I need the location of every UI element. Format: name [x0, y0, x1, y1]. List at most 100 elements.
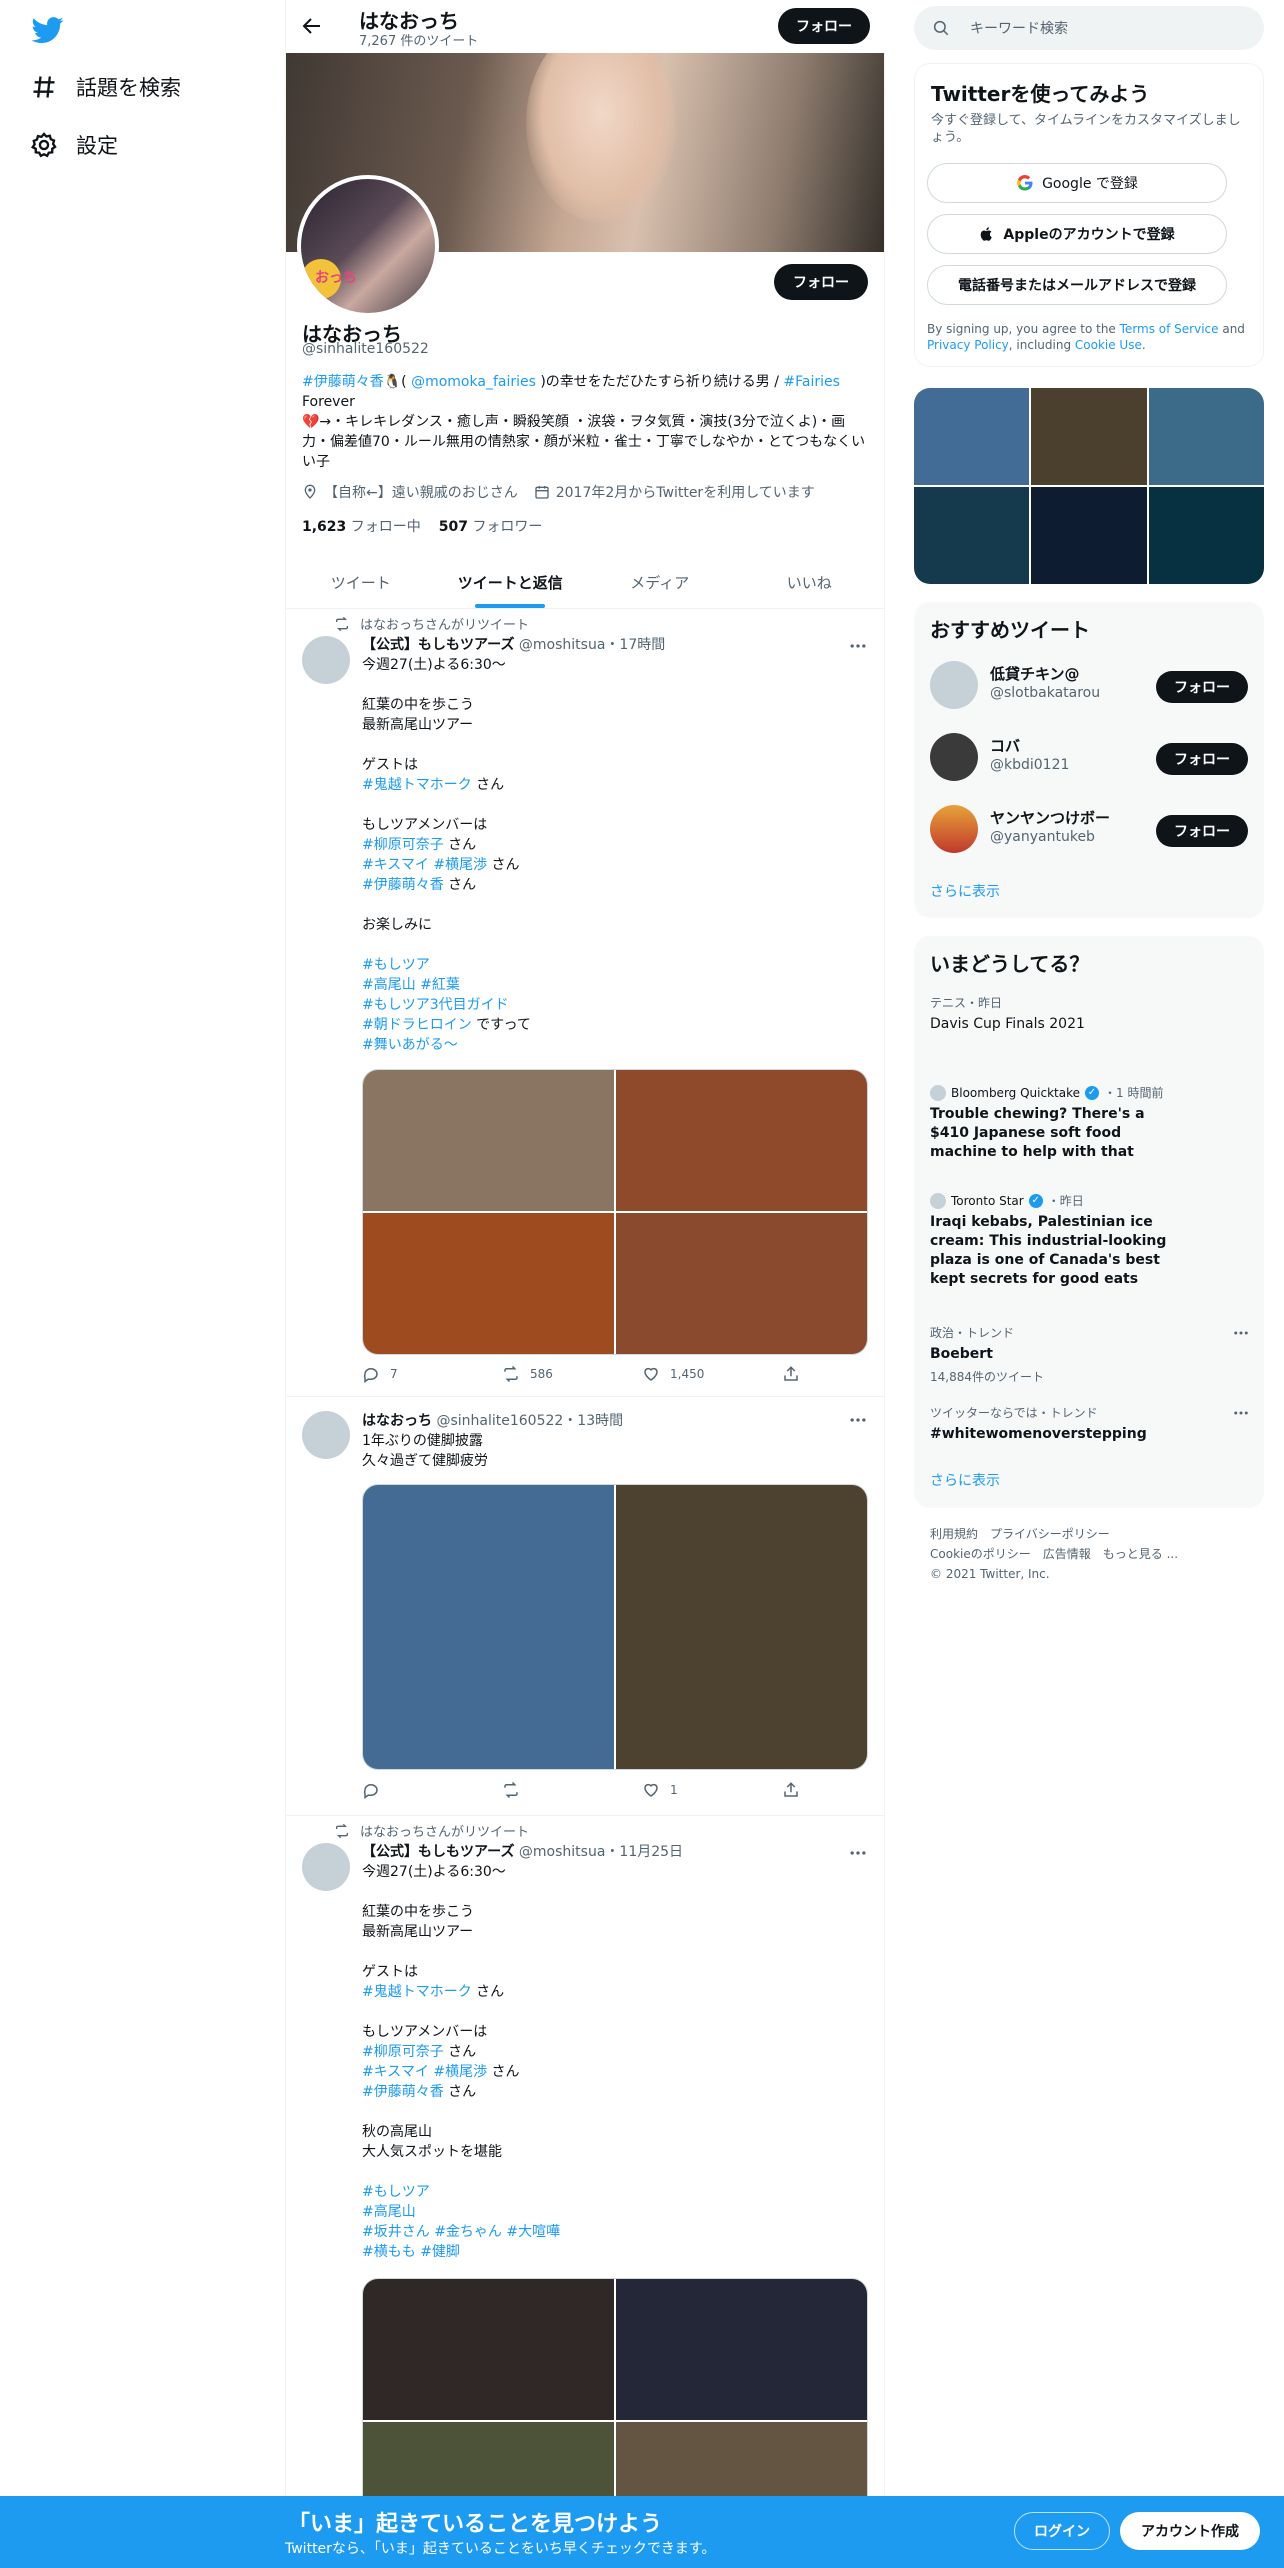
- hashtag[interactable]: #横もも: [362, 2244, 416, 2260]
- trend-item[interactable]: Bloomberg Quicktake ✓ ・1 時間前 Trouble chewi…: [930, 1084, 1170, 1162]
- profile-follow-button[interactable]: フォロー: [774, 264, 868, 300]
- like-button[interactable]: 1: [642, 1781, 737, 1799]
- tweet-photo[interactable]: [616, 1070, 867, 1211]
- search-input[interactable]: キーワード検索: [970, 18, 1068, 38]
- tweet-media-grid[interactable]: [362, 1069, 868, 1355]
- tweet-photo[interactable]: [363, 2279, 614, 2420]
- tweet-time[interactable]: ・13時間: [563, 1413, 623, 1429]
- avatar[interactable]: [930, 805, 978, 853]
- hashtag[interactable]: #柳原可奈子: [362, 2044, 444, 2060]
- more-options-icon[interactable]: [1232, 1404, 1250, 1422]
- followers-link[interactable]: 507 フォロワー: [439, 516, 543, 536]
- tab-media[interactable]: メディア: [585, 556, 735, 608]
- tweet-photo[interactable]: [616, 1485, 867, 1769]
- footer-privacy-link[interactable]: プライバシーポリシー: [990, 1527, 1110, 1541]
- hashtag[interactable]: #金ちゃん: [434, 2224, 502, 2240]
- tweet-author-handle[interactable]: @moshitsua: [519, 1844, 606, 1860]
- avatar[interactable]: [930, 733, 978, 781]
- footer-terms-link[interactable]: 利用規約: [930, 1527, 978, 1541]
- tweet-author-name[interactable]: 【公式】もしもツアーズ: [362, 1844, 514, 1860]
- bio-mention[interactable]: @momoka_fairies: [411, 374, 536, 390]
- bio-hashtag-momoka[interactable]: #伊藤萌々香: [302, 374, 384, 390]
- tweet-photo[interactable]: [616, 2279, 867, 2420]
- trend-item[interactable]: テニス・昨日 Davis Cup Finals 2021: [930, 994, 1250, 1034]
- tweet[interactable]: はなおっちさんがリツイート 【公式】もしもツアーズ @moshitsua・11月…: [286, 1816, 884, 2568]
- tab-likes[interactable]: いいね: [735, 556, 885, 608]
- tweet[interactable]: はなおっち @sinhalite160522・13時間 1年ぶりの健脚披露 久々…: [286, 1397, 884, 1816]
- more-options-icon[interactable]: [848, 636, 868, 656]
- tweet-author-name[interactable]: 【公式】もしもツアーズ: [362, 637, 514, 653]
- hashtag[interactable]: #横尾渉: [433, 857, 487, 873]
- recommended-user[interactable]: ヤンヤンつけボー @yanyantukeb フォロー: [930, 803, 1248, 857]
- google-signup-button[interactable]: Google で登録: [927, 163, 1227, 203]
- hashtag[interactable]: #キスマイ: [362, 857, 429, 873]
- hashtag[interactable]: #もしツア: [362, 2184, 430, 2200]
- hashtag[interactable]: #高尾山: [362, 2204, 416, 2220]
- hashtag[interactable]: #横尾渉: [433, 2064, 487, 2080]
- tweet-avatar[interactable]: [302, 636, 350, 684]
- privacy-policy-link[interactable]: Privacy Policy: [927, 338, 1009, 352]
- recommended-show-more[interactable]: さらに表示: [930, 881, 1000, 901]
- hashtag[interactable]: #高尾山: [362, 977, 416, 993]
- avatar[interactable]: [930, 661, 978, 709]
- bio-hashtag-fairies[interactable]: #Fairies: [783, 374, 840, 390]
- footer-cookie-link[interactable]: Cookieのポリシー: [930, 1547, 1031, 1561]
- phone-email-signup-button[interactable]: 電話番号またはメールアドレスで登録: [927, 265, 1227, 305]
- tweet-photo[interactable]: [363, 1070, 614, 1211]
- reply-button[interactable]: [362, 1781, 457, 1799]
- like-button[interactable]: 1,450: [642, 1365, 737, 1383]
- tweet-time[interactable]: ・17時間: [605, 637, 665, 653]
- header-follow-button[interactable]: フォロー: [778, 8, 870, 44]
- tab-tweets[interactable]: ツイート: [286, 556, 436, 608]
- recommended-user[interactable]: 低貸チキン@ @slotbakatarou フォロー: [930, 659, 1248, 713]
- share-button[interactable]: [782, 1781, 802, 1799]
- footer-ads-link[interactable]: 広告情報: [1043, 1547, 1091, 1561]
- terms-of-service-link[interactable]: Terms of Service: [1120, 322, 1219, 336]
- media-thumbnail[interactable]: [1148, 487, 1264, 584]
- media-thumbnail[interactable]: [1031, 388, 1147, 485]
- recommended-user-name[interactable]: コバ: [990, 735, 1140, 756]
- trend-item[interactable]: Toronto Star ✓ ・昨日 Iraqi kebabs, Palestini…: [930, 1192, 1170, 1289]
- more-options-icon[interactable]: [848, 1843, 868, 1863]
- nav-explore[interactable]: 話題を検索: [30, 72, 181, 102]
- back-arrow-icon[interactable]: [300, 14, 324, 38]
- retweet-button[interactable]: [502, 1781, 597, 1799]
- hashtag[interactable]: #キスマイ: [362, 2064, 429, 2080]
- share-button[interactable]: [782, 1365, 802, 1383]
- hashtag[interactable]: #もしツア: [362, 957, 430, 973]
- hashtag[interactable]: #舞いあがる〜: [362, 1037, 458, 1053]
- tweet-author-handle[interactable]: @sinhalite160522: [436, 1413, 563, 1429]
- nav-settings[interactable]: 設定: [30, 130, 118, 160]
- following-link[interactable]: 1,623 フォロー中: [302, 516, 421, 536]
- recommended-user-name[interactable]: 低貸チキン@: [990, 663, 1140, 684]
- tweet-avatar[interactable]: [302, 1411, 350, 1459]
- signup-button[interactable]: アカウント作成: [1120, 2512, 1260, 2550]
- hashtag[interactable]: #もしツア3代目ガイド: [362, 997, 509, 1013]
- recommended-user-name[interactable]: ヤンヤンつけボー: [990, 807, 1140, 828]
- hashtag[interactable]: #紅葉: [420, 977, 460, 993]
- media-thumbnail[interactable]: [1031, 487, 1147, 584]
- tweet-photo[interactable]: [363, 1213, 614, 1354]
- hashtag[interactable]: #鬼越トマホーク: [362, 777, 472, 793]
- footer-more-link[interactable]: もっと見る ...: [1103, 1547, 1178, 1561]
- profile-avatar[interactable]: おっち: [297, 175, 439, 317]
- media-thumbnail[interactable]: [1148, 388, 1264, 485]
- apple-signup-button[interactable]: Appleのアカウントで登録: [927, 214, 1227, 254]
- trend-item[interactable]: 政治・トレンド Boebert 14,884件のツイート: [930, 1324, 1250, 1385]
- login-button[interactable]: ログイン: [1014, 2512, 1110, 2550]
- recommended-user[interactable]: コバ @kbdi0121 フォロー: [930, 731, 1248, 785]
- tweet-author-name[interactable]: はなおっち: [362, 1413, 432, 1429]
- search-box[interactable]: キーワード検索: [914, 6, 1264, 50]
- reply-button[interactable]: 7: [362, 1365, 457, 1383]
- trends-show-more[interactable]: さらに表示: [930, 1470, 1000, 1490]
- follow-button[interactable]: フォロー: [1156, 743, 1248, 775]
- tweet-photo[interactable]: [363, 1485, 614, 1769]
- tweet-photo[interactable]: [616, 1213, 867, 1354]
- hashtag[interactable]: #鬼越トマホーク: [362, 1984, 472, 2000]
- tweet-media-grid[interactable]: [362, 1484, 868, 1770]
- tweet-author-handle[interactable]: @moshitsua: [519, 637, 606, 653]
- tweet[interactable]: はなおっちさんがリツイート 【公式】もしもツアーズ @moshitsua・17時…: [286, 609, 884, 1397]
- tab-tweets-and-replies[interactable]: ツイートと返信: [436, 556, 586, 608]
- follow-button[interactable]: フォロー: [1156, 671, 1248, 703]
- media-thumbnail[interactable]: [914, 388, 1030, 485]
